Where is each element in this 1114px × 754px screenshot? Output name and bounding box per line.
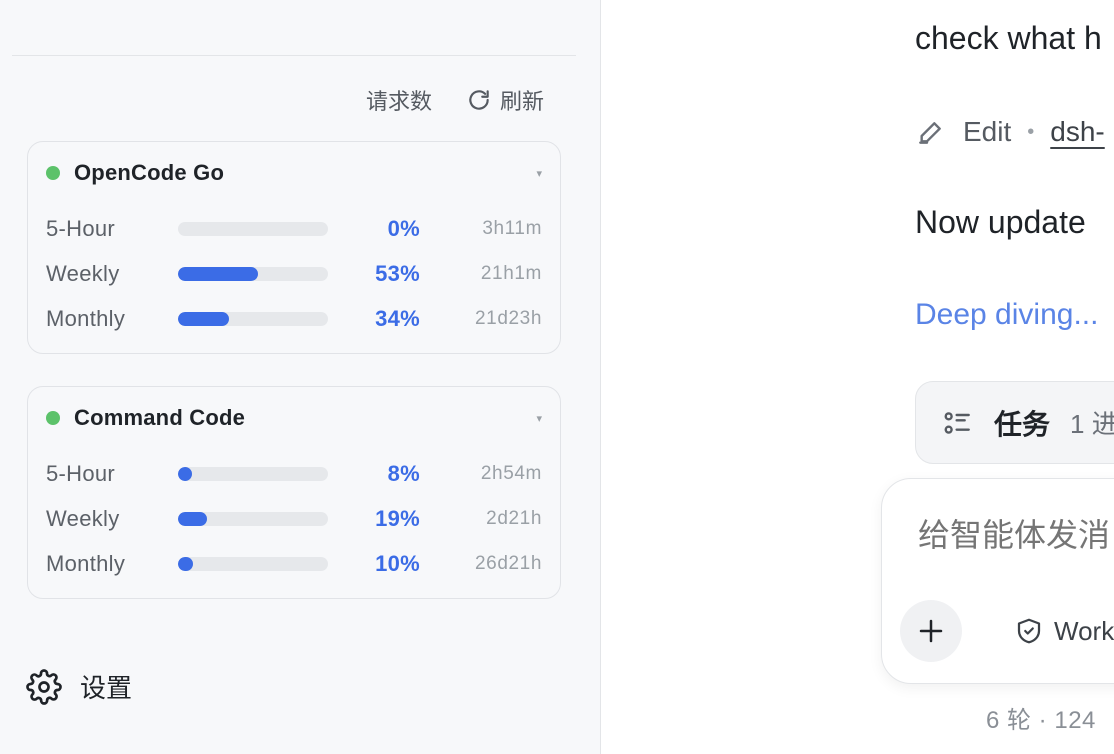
edit-label: Edit [963,116,1012,147]
metric-label: Monthly [46,306,126,331]
reset-time: 26d21h [474,553,542,574]
pencil-icon [919,122,941,144]
sidebar-divider [12,55,576,56]
edit-tool-line[interactable]: Edit • dsh- [915,112,1105,152]
usage-percent: 8% [387,461,420,486]
usage-bar [178,222,328,236]
sidebar: 请求数 刷新 OpenCode Go ▾ 5-Hour 0% 3h11m Wee… [0,0,601,754]
metric-row-weekly: Weekly 53% 21h1m [46,259,542,289]
task-title: 任务 [994,408,1051,440]
metric-row-5-hour: 5-Hour 8% 2h54m [46,459,542,489]
metric-label: 5-Hour [46,216,116,241]
task-panel-toggle[interactable]: 任务 1 进 [915,381,1114,464]
reset-time: 3h11m [482,218,542,239]
metric-row-weekly: Weekly 19% 2d21h [46,504,542,534]
provider-name: Command Code [74,405,246,430]
refresh-button[interactable]: 刷新 [466,84,544,116]
status-dot [46,166,60,180]
separator-dot: • [1027,120,1035,143]
usage-bar [178,312,328,326]
provider-name: OpenCode Go [74,160,225,185]
requests-toggle[interactable]: 请求数 [366,84,432,116]
usage-bar [178,267,328,281]
usage-bar-fill [178,512,207,526]
metric-label: Weekly [46,261,120,286]
message-composer: Work [881,478,1114,684]
message-input[interactable] [918,517,1114,554]
session-stats: 6 轮 · 124 [986,707,1096,734]
settings-label: 设置 [80,673,133,703]
usage-percent: 10% [375,551,420,576]
usage-bar-fill [178,557,193,571]
chat-message: check what h [915,20,1102,56]
usage-bar-fill [178,467,192,481]
task-list-icon [944,411,970,434]
usage-percent: 34% [375,306,420,331]
usage-percent: 53% [375,261,420,286]
provider-card-header: Command Code ▾ [46,404,542,432]
metric-row-monthly: Monthly 34% 21d23h [46,304,542,334]
metric-row-5-hour: 5-Hour 0% 3h11m [46,214,542,244]
usage-bar-fill [178,312,229,326]
reset-time: 21d23h [474,308,542,329]
shield-icon [1017,618,1041,644]
metric-label: Monthly [46,551,126,576]
refresh-icon [469,90,489,110]
chat-pane: check what h Edit • dsh- Now update Deep… [602,0,1114,754]
usage-percent: 0% [387,216,420,241]
chat-message: Now update [915,204,1086,240]
gear-icon [26,668,62,705]
refresh-label: 刷新 [499,89,544,114]
workspace-button[interactable]: Work [1014,613,1114,649]
reset-time: 2d21h [486,508,542,529]
settings-button[interactable]: 设置 [26,668,132,705]
task-count: 1 进 [1070,409,1114,439]
reset-time: 21h1m [480,263,542,284]
usage-bar [178,512,328,526]
workspace-label: Work [1054,615,1114,646]
edit-file-link[interactable]: dsh- [1050,116,1104,148]
status-dot [46,411,60,425]
usage-bar-fill [178,267,258,281]
add-attachment-button[interactable] [900,600,962,662]
usage-toolbar: 请求数 刷新 [366,84,544,116]
status-link[interactable]: Deep diving... [915,298,1098,332]
caret-down-icon[interactable]: ▾ [536,412,542,425]
plus-icon [919,619,943,643]
caret-down-icon[interactable]: ▾ [536,167,542,180]
requests-label: 请求数 [365,89,432,114]
usage-bar [178,467,328,481]
provider-card-header: OpenCode Go ▾ [46,159,542,187]
reset-time: 2h54m [480,463,542,484]
metric-row-monthly: Monthly 10% 26d21h [46,549,542,579]
metric-label: 5-Hour [46,461,116,486]
provider-card-command-code: Command Code ▾ 5-Hour 8% 2h54m Weekly 19… [27,386,561,599]
usage-bar [178,557,328,571]
provider-card-opencode-go: OpenCode Go ▾ 5-Hour 0% 3h11m Weekly 53%… [27,141,561,354]
metric-label: Weekly [46,506,120,531]
usage-percent: 19% [375,506,420,531]
